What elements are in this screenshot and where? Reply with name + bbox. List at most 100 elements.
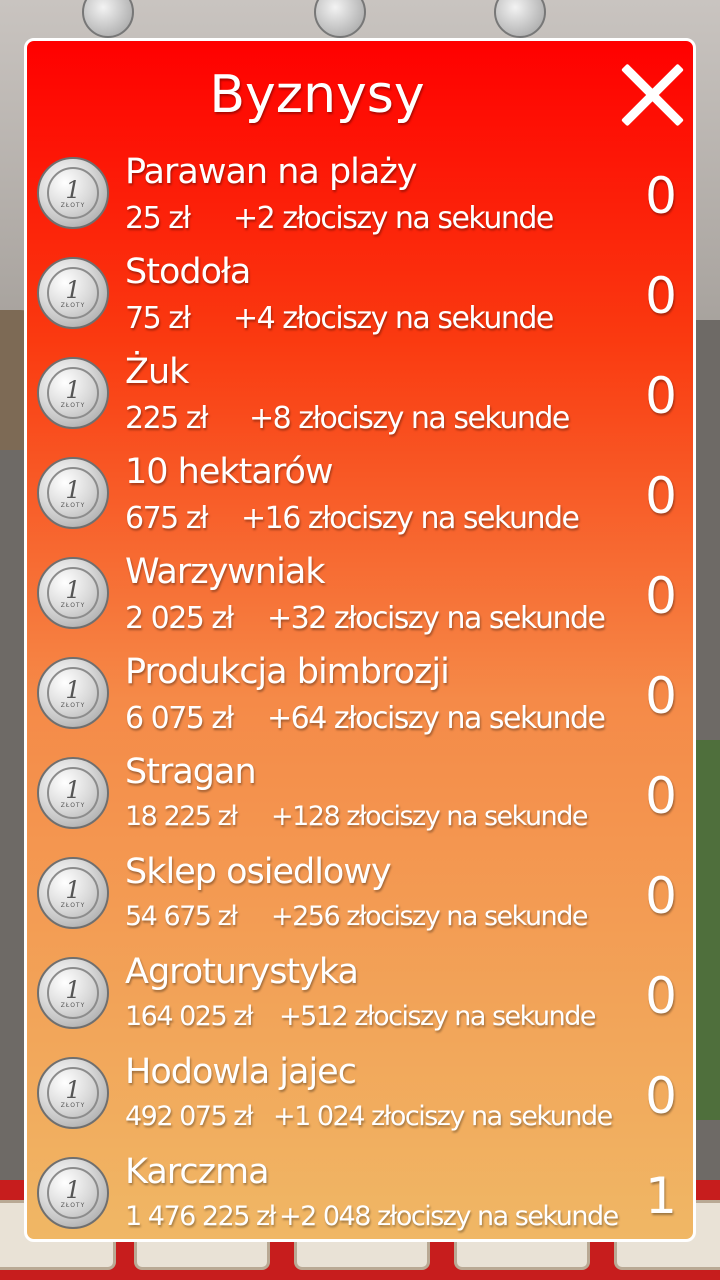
business-row[interactable]: 1 ZŁOTY Produkcja bimbrozji 6 075 zł +64 zło… (27, 649, 693, 749)
business-income: +8 złociszy na sekunde (249, 401, 570, 436)
business-name: Warzywniak (125, 552, 326, 592)
business-name: Stragan (125, 752, 257, 792)
business-name: Sklep osiedlowy (125, 852, 392, 892)
coin-number: 1 (65, 375, 81, 404)
coin-number: 1 (65, 675, 81, 704)
coin-face: 1 ZŁOTY (47, 467, 99, 519)
coin-number: 1 (65, 1175, 81, 1204)
business-name: Hodowla jajec (125, 1052, 357, 1092)
coin-icon: 1 ZŁOTY (37, 1057, 109, 1129)
business-owned-count: 0 (645, 267, 677, 325)
business-price: 2 025 zł (125, 601, 234, 636)
business-owned-count: 0 (645, 867, 677, 925)
business-name: Parawan na plaży (125, 152, 417, 192)
coin-face: 1 ZŁOTY (47, 967, 99, 1019)
coin-face: 1 ZŁOTY (47, 267, 99, 319)
coin-face: 1 ZŁOTY (47, 1167, 99, 1219)
business-income: +2 048 złociszy na sekunde (279, 1201, 619, 1232)
business-row[interactable]: 1 ZŁOTY Karczma 1 476 225 zł +2 048 złociszy… (27, 1149, 693, 1239)
coin-word: ZŁOTY (60, 701, 86, 709)
coin-word: ZŁOTY (60, 401, 86, 409)
coin-number: 1 (65, 775, 81, 804)
businesses-dialog: Byznysy 1 ZŁOTY Parawan na plaży 25 zł +2 zł… (24, 38, 696, 1242)
coin-word: ZŁOTY (60, 301, 86, 309)
business-price: 6 075 zł (125, 701, 234, 736)
coin-word: ZŁOTY (60, 1101, 86, 1109)
business-owned-count: 0 (645, 167, 677, 225)
coin-face: 1 ZŁOTY (47, 1067, 99, 1119)
coin-number: 1 (65, 1075, 81, 1104)
business-owned-count: 0 (645, 967, 677, 1025)
coin-word: ZŁOTY (60, 1001, 86, 1009)
business-income: +64 złociszy na sekunde (267, 701, 606, 736)
dialog-title: Byznysy (209, 65, 425, 125)
business-owned-count: 0 (645, 467, 677, 525)
business-name: Agroturystyka (125, 952, 359, 992)
business-price: 492 075 zł (125, 1101, 254, 1132)
coin-face: 1 ZŁOTY (47, 567, 99, 619)
business-name: Karczma (125, 1152, 270, 1192)
close-icon[interactable] (619, 61, 685, 127)
coin-number: 1 (65, 175, 81, 204)
business-price: 164 025 zł (125, 1001, 254, 1032)
coin-face: 1 ZŁOTY (47, 167, 99, 219)
coin-icon: 1 ZŁOTY (37, 857, 109, 929)
business-price: 54 675 zł (125, 901, 238, 932)
business-row[interactable]: 1 ZŁOTY Żuk 225 zł +8 złociszy na sekunde 0 (27, 349, 693, 449)
business-row[interactable]: 1 ZŁOTY Stragan 18 225 zł +128 złociszy na s… (27, 749, 693, 849)
business-row[interactable]: 1 ZŁOTY Parawan na plaży 25 zł +2 złociszy n… (27, 149, 693, 249)
business-income: +2 złociszy na sekunde (233, 201, 554, 236)
coin-word: ZŁOTY (60, 601, 86, 609)
business-price: 18 225 zł (125, 801, 238, 832)
coin-word: ZŁOTY (60, 901, 86, 909)
business-owned-count: 0 (645, 667, 677, 725)
business-price: 225 zł (125, 401, 209, 436)
coin-number: 1 (65, 875, 81, 904)
business-name: Żuk (125, 352, 189, 392)
coin-word: ZŁOTY (60, 501, 86, 509)
coin-face: 1 ZŁOTY (47, 867, 99, 919)
coin-face: 1 ZŁOTY (47, 367, 99, 419)
business-row[interactable]: 1 ZŁOTY Sklep osiedlowy 54 675 zł +256 złoci… (27, 849, 693, 949)
business-income: +128 złociszy na sekunde (271, 801, 588, 832)
coin-icon: 1 ZŁOTY (37, 957, 109, 1029)
business-row[interactable]: 1 ZŁOTY 10 hektarów 675 zł +16 złociszy na s… (27, 449, 693, 549)
business-owned-count: 1 (645, 1167, 677, 1225)
business-income: +1 024 złociszy na sekunde (273, 1101, 613, 1132)
business-price: 25 zł (125, 201, 191, 236)
coin-number: 1 (65, 975, 81, 1004)
business-name: Produkcja bimbrozji (125, 652, 450, 692)
business-row[interactable]: 1 ZŁOTY Agroturystyka 164 025 zł +512 złocis… (27, 949, 693, 1049)
business-income: +256 złociszy na sekunde (271, 901, 588, 932)
coin-number: 1 (65, 575, 81, 604)
coin-icon: 1 ZŁOTY (37, 157, 109, 229)
business-price: 1 476 225 zł (125, 1201, 276, 1232)
business-owned-count: 0 (645, 1067, 677, 1125)
coin-word: ZŁOTY (60, 801, 86, 809)
business-income: +4 złociszy na sekunde (233, 301, 554, 336)
coin-icon: 1 ZŁOTY (37, 757, 109, 829)
business-income: +32 złociszy na sekunde (267, 601, 606, 636)
business-income: +16 złociszy na sekunde (241, 501, 580, 536)
coin-icon: 1 ZŁOTY (37, 357, 109, 429)
business-name: Stodoła (125, 252, 251, 292)
business-row[interactable]: 1 ZŁOTY Stodoła 75 zł +4 złociszy na sekunde… (27, 249, 693, 349)
business-name: 10 hektarów (125, 452, 333, 492)
business-owned-count: 0 (645, 567, 677, 625)
coin-icon: 1 ZŁOTY (37, 457, 109, 529)
coin-face: 1 ZŁOTY (47, 767, 99, 819)
business-row[interactable]: 1 ZŁOTY Warzywniak 2 025 zł +32 złociszy na … (27, 549, 693, 649)
business-price: 75 zł (125, 301, 191, 336)
coin-number: 1 (65, 275, 81, 304)
coin-icon: 1 ZŁOTY (37, 1157, 109, 1229)
coin-number: 1 (65, 475, 81, 504)
coin-word: ZŁOTY (60, 201, 86, 209)
coin-icon: 1 ZŁOTY (37, 557, 109, 629)
business-price: 675 zł (125, 501, 209, 536)
business-row[interactable]: 1 ZŁOTY Hodowla jajec 492 075 zł +1 024 złoc… (27, 1049, 693, 1149)
coin-icon: 1 ZŁOTY (37, 257, 109, 329)
coin-icon: 1 ZŁOTY (37, 657, 109, 729)
business-owned-count: 0 (645, 767, 677, 825)
coin-word: ZŁOTY (60, 1201, 86, 1209)
business-owned-count: 0 (645, 367, 677, 425)
